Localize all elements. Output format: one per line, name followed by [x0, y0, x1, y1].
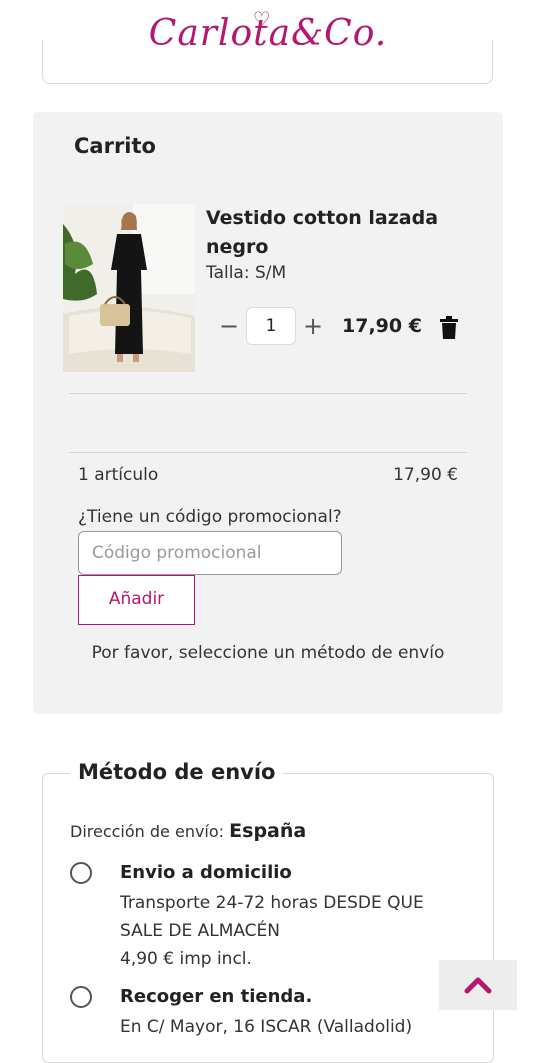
home-delivery-title[interactable]: Envio a domicilio — [120, 862, 292, 883]
heart-ampersand-icon: ♡ — [252, 6, 272, 31]
shipping-method-notice: Por favor, seleccione un método de envío — [91, 643, 445, 663]
cart-subtotal: 17,90 € — [393, 465, 458, 485]
home-delivery-radio[interactable] — [70, 862, 92, 884]
trash-icon — [440, 316, 458, 339]
apply-promo-button[interactable]: Añadir — [78, 575, 195, 625]
divider — [69, 452, 467, 453]
store-pickup-address: En C/ Mayor, 16 ISCAR (Valladolid) — [120, 1017, 413, 1037]
product-price: 17,90 € — [342, 315, 422, 337]
product-photo-illustration — [63, 204, 195, 372]
product-image[interactable] — [63, 204, 195, 372]
store-pickup-radio[interactable] — [70, 986, 92, 1008]
minus-icon: − — [218, 312, 240, 340]
promo-code-input[interactable] — [78, 531, 342, 575]
shipping-address-label: Dirección de envío: — [70, 822, 225, 841]
promo-code-question: ¿Tiene un código promocional? — [78, 507, 342, 527]
shipping-address: Dirección de envío: España — [70, 820, 306, 842]
scroll-to-top-button[interactable] — [439, 960, 517, 1010]
divider — [69, 393, 467, 394]
increase-quantity-button[interactable]: + — [301, 310, 325, 342]
cart-title: Carrito — [74, 134, 156, 158]
cart-item-count: 1 artículo — [78, 465, 159, 485]
product-name[interactable]: Vestido cotton lazada negro — [206, 204, 476, 262]
cart-panel: Carrito Vestido cotton lazada negro Tall… — [33, 112, 503, 714]
previous-section-box — [42, 40, 493, 84]
chevron-up-icon — [464, 977, 492, 994]
shipping-address-country: España — [229, 820, 307, 842]
quantity-input[interactable]: 1 — [246, 307, 296, 345]
home-delivery-price: 4,90 € imp incl. — [120, 949, 252, 969]
decrease-quantity-button[interactable]: − — [218, 310, 240, 342]
shipping-method-title: Método de envío — [70, 760, 284, 784]
store-pickup-title[interactable]: Recoger en tienda. — [120, 986, 312, 1007]
home-delivery-description: Transporte 24-72 horas DESDE QUE SALE DE… — [120, 893, 424, 941]
product-size: Talla: S/M — [206, 263, 287, 283]
plus-icon: + — [302, 312, 324, 340]
remove-item-button[interactable] — [439, 316, 459, 340]
